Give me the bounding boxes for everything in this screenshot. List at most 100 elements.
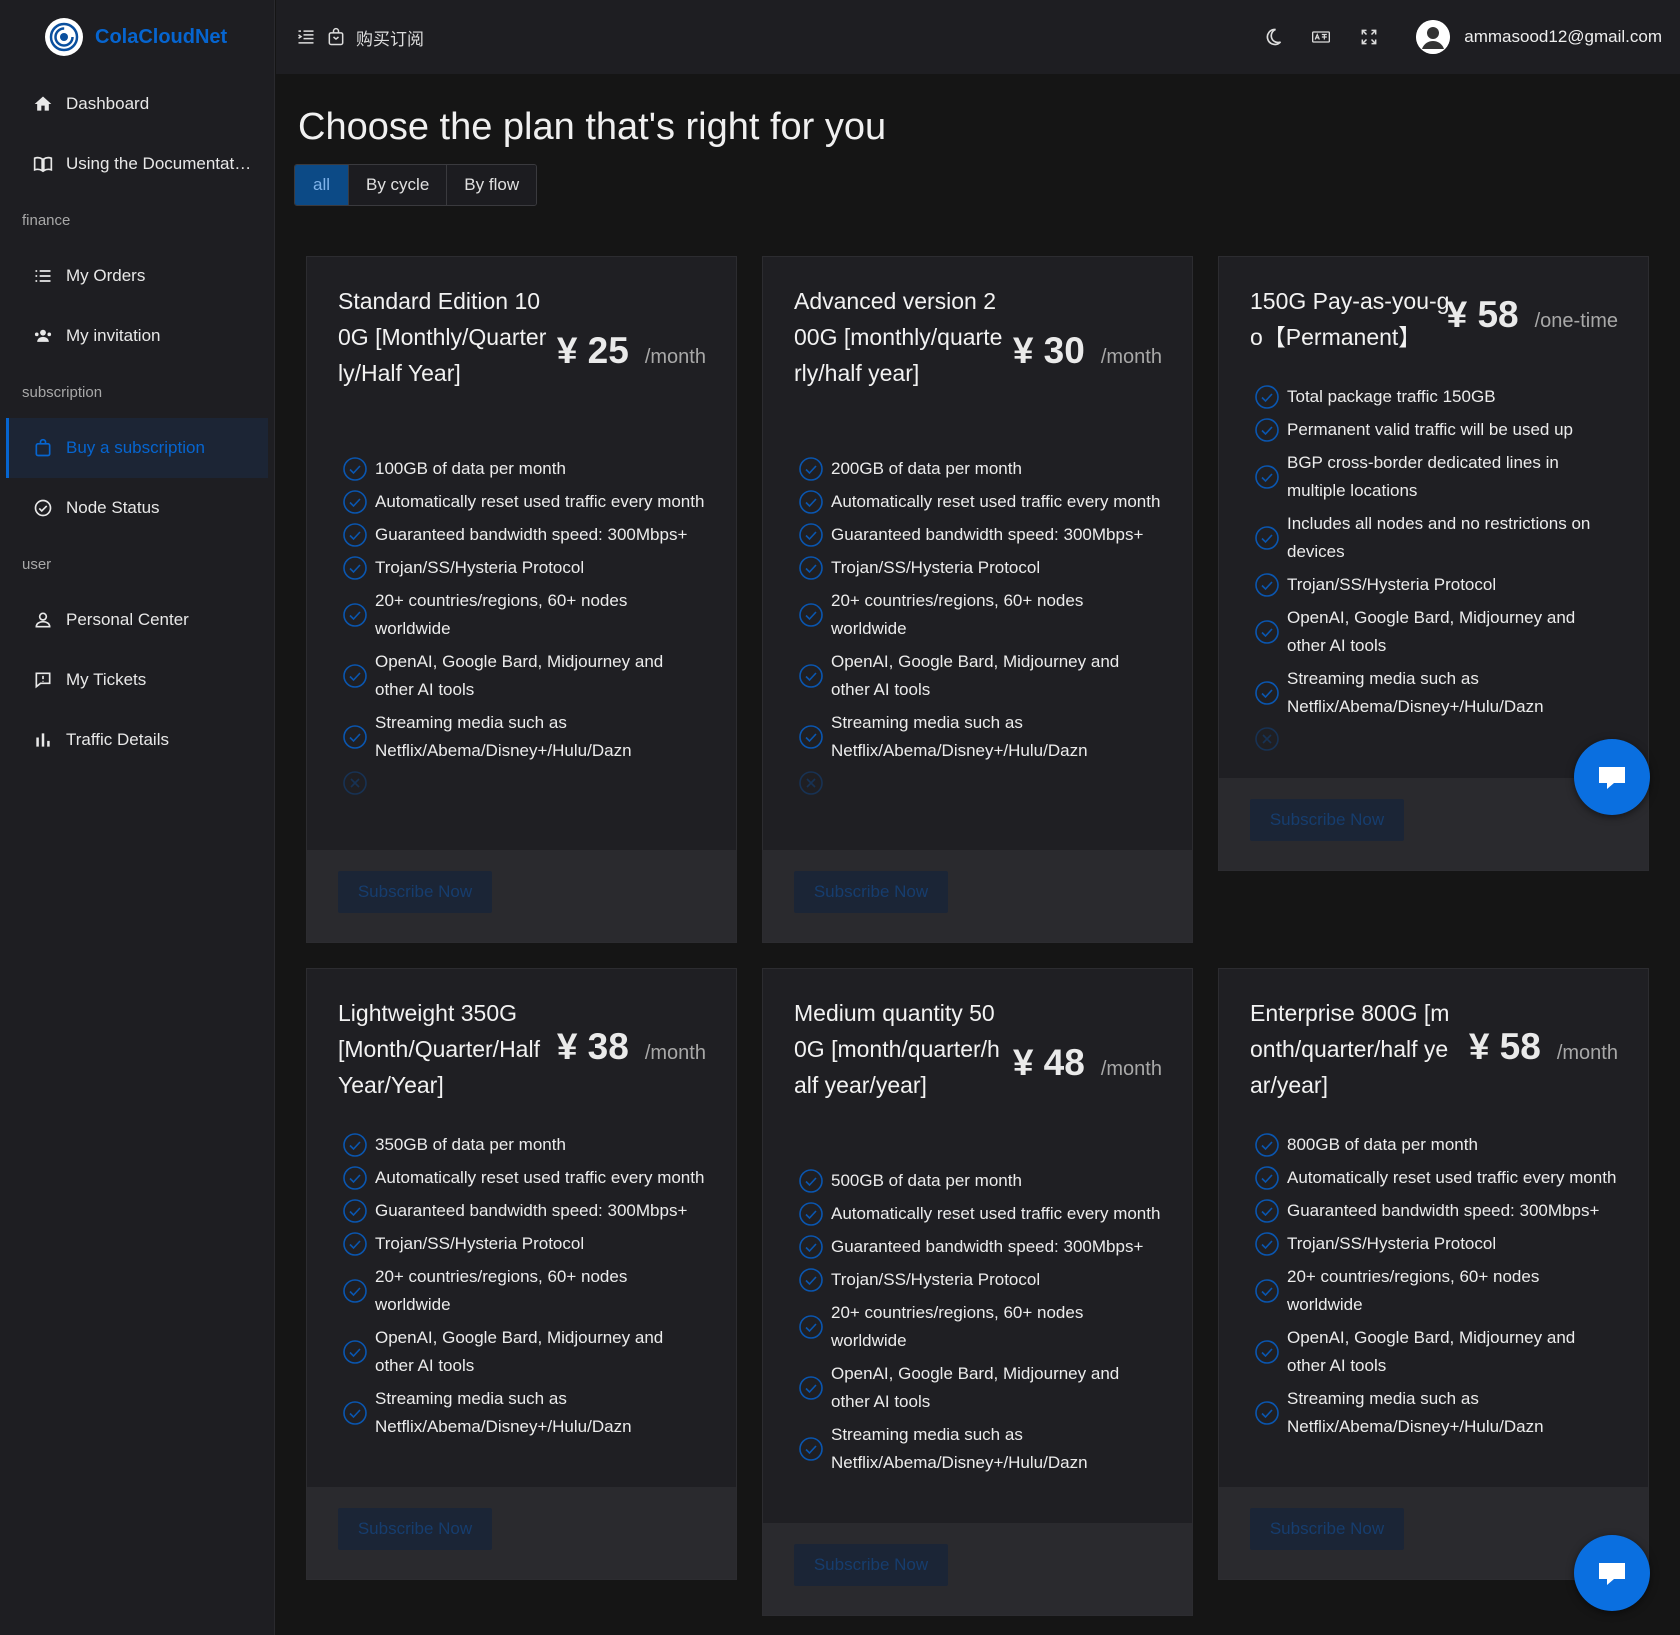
feature-text: 20+ countries/regions, 60+ nodes worldwi… [831,591,1084,638]
subscribe-button[interactable]: Subscribe Now [1250,799,1404,841]
card-footer: Subscribe Now [763,1523,1192,1615]
plan-name: Advanced version 200G [monthly/quarterly… [794,288,1003,386]
translate-icon[interactable] [1310,26,1332,48]
sidebar-item-my-invitation[interactable]: My invitation [6,306,268,366]
feature-text: Streaming media such as Netflix/Abema/Di… [1287,669,1544,716]
feature-list: 500GB of data per month Automatically res… [763,1139,1192,1477]
check-circle-icon [342,1198,368,1224]
group-icon [32,325,54,347]
plan-card: Lightweight 350G [Month/Quarter/Half Yea… [306,968,737,1580]
subscribe-button[interactable]: Subscribe Now [338,871,492,913]
check-circle-icon [798,456,824,482]
list-icon [32,265,54,287]
plan-price: ¥ 30/month [1013,330,1162,372]
close-circle-icon [342,770,368,796]
person-icon [32,609,54,631]
sidebar-item-personal-center[interactable]: Personal Center [6,590,268,650]
sidebar-item-label: My Tickets [66,670,147,689]
dark-mode-moon-icon[interactable] [1262,26,1284,48]
brand-logo-icon [45,18,83,56]
feature-text: 20+ countries/regions, 60+ nodes worldwi… [1287,1267,1540,1314]
feature-item: Streaming media such as Netflix/Abema/Di… [798,1421,1162,1477]
brand[interactable]: ColaCloudNet [0,0,274,74]
plan-card: Standard Edition 100G [Monthly/Quarterly… [306,256,737,943]
card-footer: Subscribe Now [763,850,1192,942]
menu-fold-icon[interactable] [296,26,318,48]
feature-text: 20+ countries/regions, 60+ nodes worldwi… [375,1267,628,1314]
price-amount: ¥ 48 [1012,1042,1085,1083]
subscribe-button[interactable]: Subscribe Now [794,1544,948,1586]
feature-item: Streaming media such as Netflix/Abema/Di… [798,709,1162,765]
check-circle-icon [342,663,368,689]
sidebar: ColaCloudNet Dashboard Using the Documen… [0,0,275,1635]
feature-text: 100GB of data per month [375,459,566,478]
sidebar-item-documentation[interactable]: Using the Documentat… [6,134,268,194]
fullscreen-icon[interactable] [1358,26,1380,48]
feature-list: 800GB of data per month Automatically res… [1219,1103,1648,1441]
check-circle-icon [798,724,824,750]
feature-text: 20+ countries/regions, 60+ nodes worldwi… [375,591,628,638]
feature-item: OpenAI, Google Bard, Midjourney and othe… [1254,1324,1618,1380]
check-circle-icon [342,1339,368,1365]
subscribe-button[interactable]: Subscribe Now [794,871,948,913]
check-circle-icon [798,555,824,581]
check-circle-icon [798,1267,824,1293]
feature-item: 20+ countries/regions, 60+ nodes worldwi… [342,1263,706,1319]
check-circle-icon [798,1168,824,1194]
filter-all[interactable]: all [295,165,349,205]
ticket-icon [32,669,54,691]
feature-text: Automatically reset used traffic every m… [375,492,705,511]
feature-item: 20+ countries/regions, 60+ nodes worldwi… [342,587,706,643]
feature-item: OpenAI, Google Bard, Midjourney and othe… [342,648,706,704]
feature-text: Streaming media such as Netflix/Abema/Di… [1287,1389,1544,1436]
feature-item: Streaming media such as Netflix/Abema/Di… [342,1385,706,1441]
feature-text: OpenAI, Google Bard, Midjourney and othe… [1287,1328,1576,1375]
feature-text: Trojan/SS/Hysteria Protocol [375,1234,585,1253]
nav-section-finance: finance [22,211,71,229]
feature-item: Trojan/SS/Hysteria Protocol [342,554,706,582]
chat-support-button[interactable] [1574,739,1650,815]
check-circle-icon [1254,1339,1280,1365]
check-circle-icon [798,1375,824,1401]
feature-text: Trojan/SS/Hysteria Protocol [1287,1234,1497,1253]
plan-name: Lightweight 350G [Month/Quarter/Half Yea… [338,1000,540,1098]
sidebar-item-traffic-details[interactable]: Traffic Details [6,710,268,770]
chat-support-button[interactable] [1574,1535,1650,1611]
filter-by-flow[interactable]: By flow [447,165,537,205]
feature-item: 200GB of data per month [798,455,1162,483]
page-title: Choose the plan that's right for you [298,106,887,148]
sidebar-item-my-orders[interactable]: My Orders [6,246,268,306]
feature-text: Streaming media such as Netflix/Abema/Di… [831,713,1088,760]
feature-text: Guaranteed bandwidth speed: 300Mbps+ [831,525,1144,544]
feature-item: Trojan/SS/Hysteria Protocol [798,554,1162,582]
check-circle-icon [342,555,368,581]
feature-list: Total package traffic 150GB Permanent val… [1219,355,1648,752]
feature-item: OpenAI, Google Bard, Midjourney and othe… [798,648,1162,704]
avatar[interactable] [1416,20,1451,54]
feature-item: Trojan/SS/Hysteria Protocol [1254,571,1618,599]
filter-by-cycle[interactable]: By cycle [349,165,448,205]
check-circle-icon [342,602,368,628]
feature-item: 800GB of data per month [1254,1131,1618,1159]
user-email[interactable]: ammasood12@gmail.com [1464,27,1662,47]
feature-item: 20+ countries/regions, 60+ nodes worldwi… [798,1299,1162,1355]
feature-item: Permanent valid traffic will be used up [1254,416,1618,444]
sidebar-item-node-status[interactable]: Node Status [6,478,268,538]
subscribe-button[interactable]: Subscribe Now [1250,1508,1404,1550]
price-period: /month [1556,1042,1618,1064]
chat-bubble-icon [1599,1563,1625,1585]
check-circle-icon [798,1436,824,1462]
sidebar-item-buy-subscription[interactable]: Buy a subscription [6,418,268,478]
sidebar-item-my-tickets[interactable]: My Tickets [6,650,268,710]
sidebar-item-dashboard[interactable]: Dashboard [6,74,268,134]
feature-text: 500GB of data per month [831,1171,1022,1190]
check-circle-icon [798,1201,824,1227]
feature-item: 20+ countries/regions, 60+ nodes worldwi… [798,587,1162,643]
check-circle-icon [342,1231,368,1257]
feature-text: Guaranteed bandwidth speed: 300Mbps+ [375,1201,688,1220]
sidebar-item-label: Using the Documentat… [66,154,252,173]
sidebar-item-label: Traffic Details [66,730,169,749]
check-circle-icon [798,1234,824,1260]
subscribe-button[interactable]: Subscribe Now [338,1508,492,1550]
feature-text: Automatically reset used traffic every m… [375,1168,705,1187]
